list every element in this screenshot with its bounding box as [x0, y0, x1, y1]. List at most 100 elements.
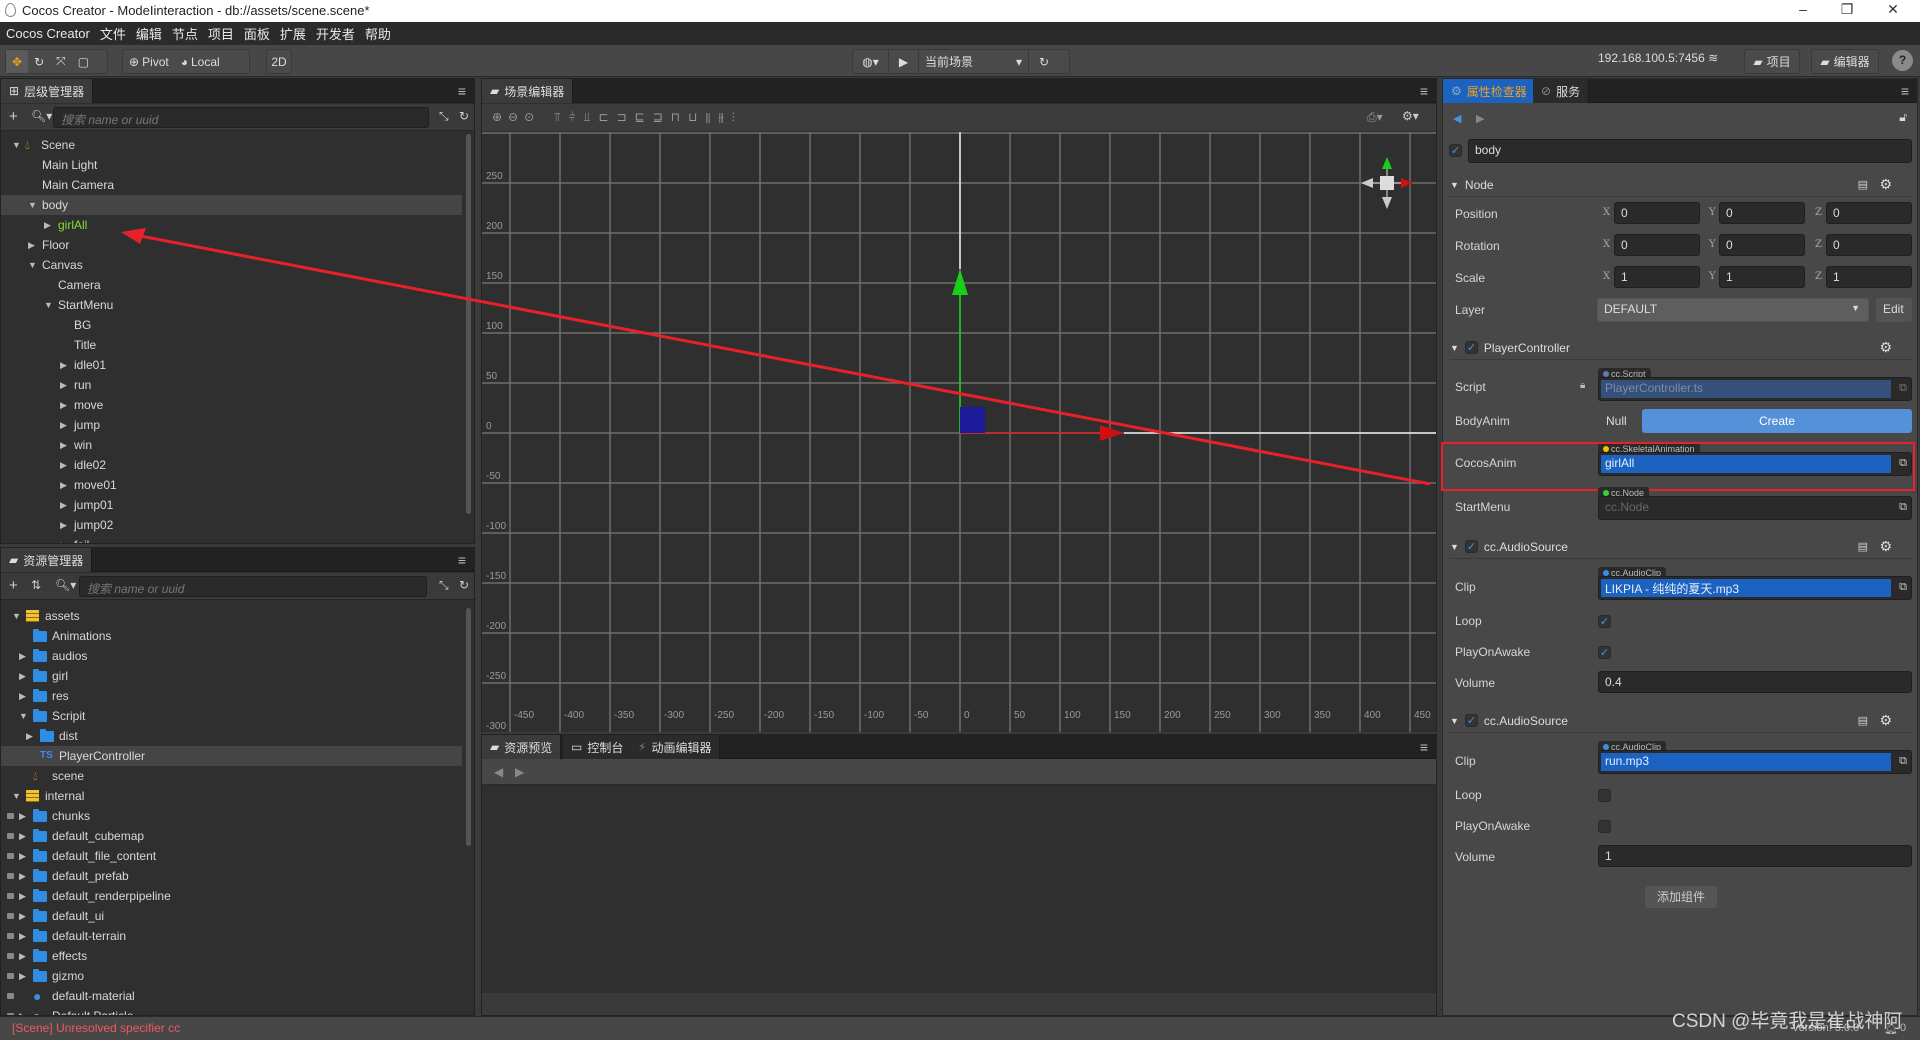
tree-item[interactable]: ▶ girl [1, 666, 462, 686]
tab-console[interactable]: ▭ 控制台 [563, 735, 633, 759]
menu-extension[interactable]: 扩展 [280, 24, 306, 43]
position-z-input[interactable]: 0 [1826, 202, 1912, 224]
move-tool-icon[interactable]: ✥ [6, 50, 29, 73]
2d-toggle-button[interactable]: 2D [266, 49, 292, 74]
component-enabled-checkbox[interactable]: ✓ [1464, 714, 1478, 727]
caret-right-icon[interactable]: ▶ [60, 415, 68, 435]
caret-right-icon[interactable]: ▶ [19, 846, 27, 866]
tree-item[interactable]: ▶ default_ui [1, 906, 462, 926]
tree-item[interactable]: ▼ Scripit [1, 706, 462, 726]
gizmo-plane-handle[interactable] [960, 407, 985, 433]
tree-item[interactable]: ▼ internal [1, 786, 462, 806]
caret-down-icon[interactable]: ▼ [19, 706, 28, 726]
caret-right-icon[interactable]: ▶ [19, 866, 27, 886]
node-active-checkbox[interactable]: ✓ [1449, 144, 1462, 157]
script-field[interactable]: PlayerController.ts ⧉ [1598, 377, 1912, 401]
platform-globe-icon[interactable]: ◍▾ [853, 50, 889, 73]
tree-item[interactable]: ▶ dist [1, 726, 462, 746]
menu-developer[interactable]: 开发者 [316, 24, 355, 43]
caret-down-icon[interactable]: ▼ [28, 195, 37, 215]
tree-item[interactable]: ▶ move [1, 395, 462, 415]
component-enabled-checkbox[interactable]: ✓ [1464, 341, 1478, 354]
add-component-button[interactable]: 添加组件 [1645, 886, 1717, 908]
tab-assets[interactable]: ▰ 资源管理器 [1, 548, 93, 572]
status-message[interactable]: [Scene] Unresolved specifier cc [12, 1021, 180, 1035]
position-x-input[interactable]: 0 [1614, 202, 1700, 224]
search-filter-icon[interactable]: 🔍︎▾ [31, 109, 52, 123]
play-button[interactable]: ▶ [889, 50, 919, 73]
tree-item[interactable]: Animations [1, 626, 462, 646]
tree-item[interactable]: ▼ 💧︎ Scene [1, 135, 462, 155]
tree-item[interactable]: ▶ fail [1, 535, 462, 543]
startmenu-field[interactable]: cc.Node ⧉ [1598, 496, 1912, 520]
close-button[interactable]: ✕ [1878, 1, 1908, 21]
panel-menu-icon[interactable]: ≡ [458, 552, 466, 568]
tree-item[interactable]: ▶ Floor [1, 235, 462, 255]
refresh-icon[interactable]: ↻ [459, 109, 469, 123]
picker-icon[interactable]: ⧉ [1899, 501, 1907, 514]
picker-icon[interactable]: ⧉ [1899, 382, 1907, 395]
playercontroller-section-header[interactable]: ▼ ✓ PlayerController ⚙ [1450, 336, 1912, 360]
audiosource-section-header[interactable]: ▼ ✓ cc.AudioSource ▤ ⚙ [1450, 709, 1912, 733]
tree-item[interactable]: ▶ res [1, 686, 462, 706]
caret-right-icon[interactable]: ▶ [60, 435, 68, 455]
forward-icon[interactable]: ▶ [1476, 112, 1484, 125]
loop-checkbox[interactable]: ✓ [1598, 615, 1611, 628]
caret-right-icon[interactable]: ▶ [60, 475, 68, 495]
panel-menu-icon[interactable]: ≡ [458, 83, 466, 99]
back-icon[interactable]: ◀ [494, 765, 503, 779]
clip-field[interactable]: LIKPIA - 纯纯的夏天.mp3 ⧉ [1598, 576, 1912, 600]
tab-scene-editor[interactable]: ▰ 场景编辑器 [482, 79, 574, 103]
help-doc-icon[interactable]: ▤ [1858, 540, 1868, 553]
caret-right-icon[interactable]: ▶ [19, 646, 27, 666]
tree-item[interactable]: ▶ idle02 [1, 455, 462, 475]
tree-item[interactable]: Main Camera [1, 175, 462, 195]
caret-down-icon[interactable]: ▼ [12, 786, 21, 806]
tree-item[interactable]: ▶ audios [1, 646, 462, 666]
caret-down-icon[interactable]: ▼ [44, 295, 53, 315]
menu-app[interactable]: Cocos Creator [6, 26, 90, 41]
caret-down-icon[interactable]: ▼ [28, 255, 37, 275]
tree-item[interactable]: ▶ move01 [1, 475, 462, 495]
caret-right-icon[interactable]: ▶ [60, 495, 68, 515]
tree-item[interactable]: ▶ jump [1, 415, 462, 435]
view-gizmo-center[interactable] [1380, 176, 1394, 190]
tree-item[interactable]: ▼ StartMenu [1, 295, 462, 315]
tree-item[interactable]: ▶ default_file_content [1, 846, 462, 866]
picker-icon[interactable]: ⧉ [1899, 755, 1907, 768]
caret-right-icon[interactable]: ▶ [60, 375, 68, 395]
playonawake-checkbox[interactable] [1598, 820, 1611, 833]
caret-right-icon[interactable]: ▶ [60, 455, 68, 475]
playonawake-checkbox[interactable]: ✓ [1598, 646, 1611, 659]
layer-select[interactable]: DEFAULT ▼ [1597, 298, 1869, 322]
scale-tool-icon[interactable]: ⤧ [50, 50, 72, 73]
tree-item[interactable]: ▶ girlAll [1, 215, 462, 235]
clip-field[interactable]: run.mp3 ⧉ [1598, 750, 1912, 774]
caret-right-icon[interactable]: ▶ [19, 886, 27, 906]
caret-right-icon[interactable]: ▶ [60, 515, 68, 535]
tab-inspector[interactable]: ⚙ 属性检查器 [1443, 79, 1536, 103]
tab-animation-editor[interactable]: ⚡ 动画编辑器 [630, 735, 721, 759]
gear-icon[interactable]: ⚙ [1879, 339, 1892, 356]
node-section-header[interactable]: ▼ Node ▤ ⚙ [1450, 173, 1912, 197]
menu-panel[interactable]: 面板 [244, 24, 270, 43]
caret-right-icon[interactable]: ▶ [28, 235, 36, 255]
tab-services[interactable]: ⊘ 服务 [1533, 79, 1590, 103]
panel-menu-icon[interactable]: ≡ [1420, 739, 1428, 755]
caret-right-icon[interactable]: ▶ [19, 946, 27, 966]
caret-right-icon[interactable]: ▶ [19, 926, 27, 946]
zoom-tools-icon[interactable]: ⊕⊖⊙ [492, 110, 540, 124]
tree-item[interactable]: TS PlayerController [1, 746, 462, 766]
node-name-input[interactable]: body [1468, 139, 1912, 163]
open-project-button[interactable]: ▰ 项目 [1744, 49, 1800, 74]
tree-item[interactable]: ▶ run [1, 375, 462, 395]
help-doc-icon[interactable]: ▤ [1858, 714, 1868, 727]
rect-tool-icon[interactable]: ▢ [72, 50, 95, 73]
component-enabled-checkbox[interactable]: ✓ [1464, 540, 1478, 553]
caret-right-icon[interactable]: ▶ [19, 826, 27, 846]
caret-right-icon[interactable]: ▶ [19, 1006, 27, 1015]
tree-item[interactable]: ● default-material [1, 986, 462, 1006]
back-icon[interactable]: ◀ [1453, 112, 1461, 125]
tree-item[interactable]: ▶ jump01 [1, 495, 462, 515]
align-tools-icon[interactable]: ⫪⫩⫫⊏⊐⊑⊒⊓⊔⫴⫵⫶ [554, 110, 743, 125]
